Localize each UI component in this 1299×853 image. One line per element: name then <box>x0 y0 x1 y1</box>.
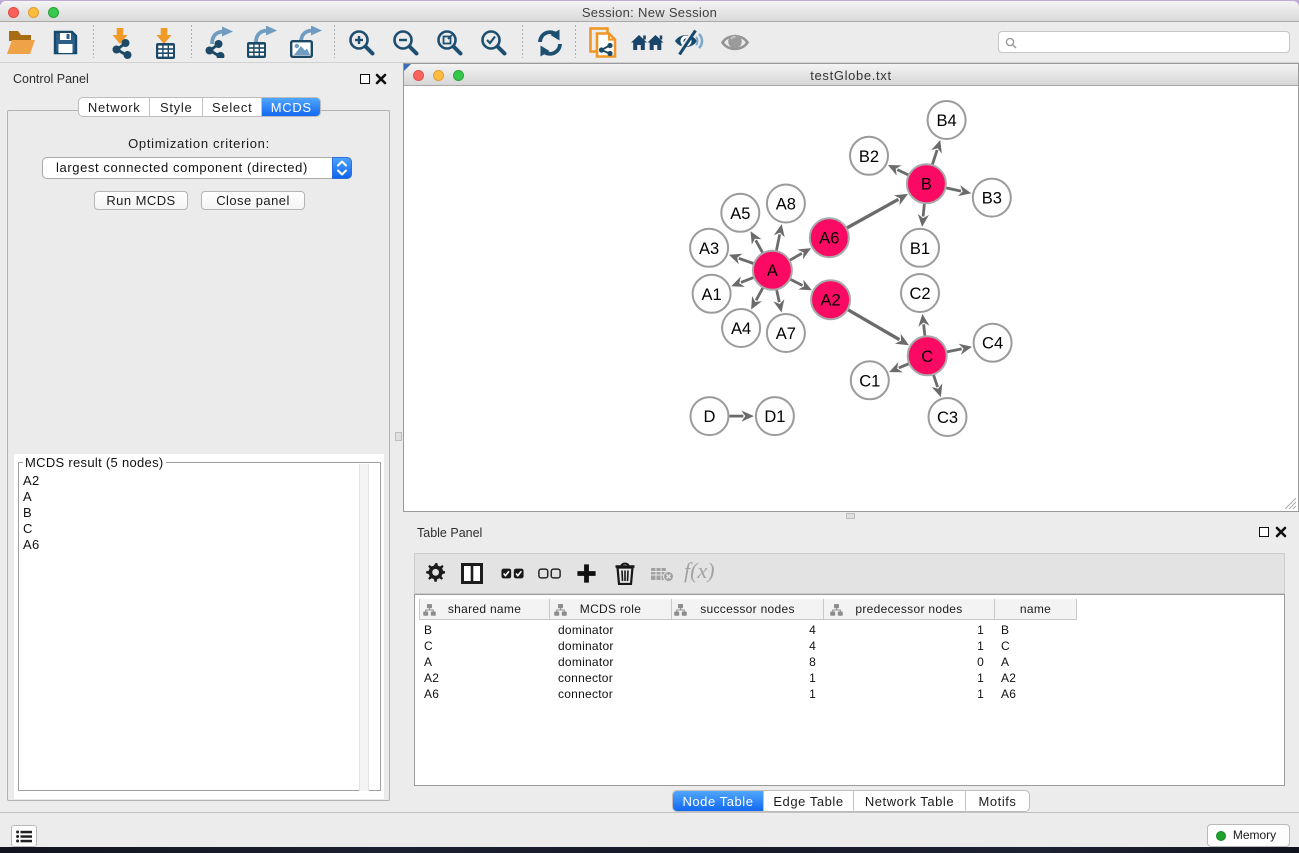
svg-text:A2: A2 <box>821 292 841 310</box>
svg-text:A3: A3 <box>699 240 719 258</box>
svg-text:B3: B3 <box>982 190 1002 208</box>
svg-text:A1: A1 <box>702 286 722 304</box>
svg-text:A6: A6 <box>819 230 839 248</box>
svg-text:B4: B4 <box>937 112 957 130</box>
svg-text:A8: A8 <box>776 196 796 214</box>
svg-text:A4: A4 <box>731 320 751 338</box>
svg-text:C2: C2 <box>909 285 930 303</box>
svg-text:C: C <box>921 348 933 366</box>
svg-text:D1: D1 <box>764 408 785 426</box>
svg-text:A7: A7 <box>776 325 796 343</box>
svg-text:B2: B2 <box>859 148 879 166</box>
svg-text:B1: B1 <box>910 240 930 258</box>
svg-text:A5: A5 <box>730 205 750 223</box>
svg-text:B: B <box>921 176 932 194</box>
svg-text:C4: C4 <box>982 335 1003 353</box>
svg-text:D: D <box>704 408 716 426</box>
svg-text:C1: C1 <box>859 372 880 390</box>
svg-text:A: A <box>767 262 778 280</box>
svg-text:C3: C3 <box>937 409 958 427</box>
